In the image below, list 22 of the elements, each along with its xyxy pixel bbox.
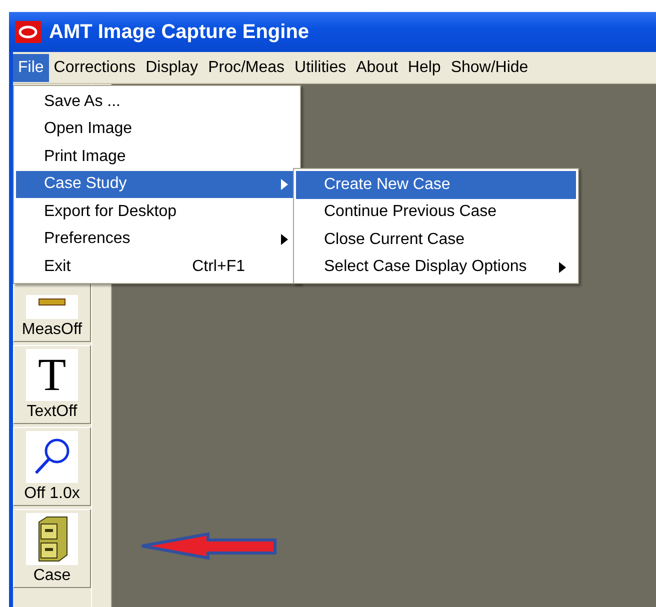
menu-item[interactable]: Print Image <box>16 143 298 170</box>
menu-item[interactable]: Select Case Display Options <box>296 254 576 281</box>
tool-button[interactable]: Off 1.0x <box>13 427 91 506</box>
menu-item[interactable]: Close Current Case <box>296 226 576 254</box>
menu-item[interactable]: Continue Previous Case <box>296 198 576 226</box>
menu[interactable]: Help <box>402 54 446 82</box>
app-logo-icon <box>15 21 41 43</box>
menu-item[interactable]: Open Image <box>16 116 298 143</box>
tool-button[interactable]: T TextOff <box>13 345 91 424</box>
menu[interactable]: About <box>351 54 403 82</box>
menu[interactable]: Show/Hide <box>446 54 534 82</box>
menu[interactable]: Proc/Meas <box>203 54 290 82</box>
menu[interactable]: File <box>13 54 49 82</box>
menu-item[interactable]: Save As ... <box>16 88 298 116</box>
menu-item[interactable]: Create New Case <box>296 171 576 198</box>
menu[interactable]: Corrections <box>48 54 141 82</box>
menu[interactable]: Utilities <box>290 54 352 82</box>
text-icon: T <box>38 352 66 398</box>
menu[interactable]: Display <box>140 54 204 82</box>
ruler-icon <box>26 295 78 319</box>
tool-button[interactable]: Case <box>13 509 91 588</box>
window-title: AMT Image Capture Engine <box>49 20 310 44</box>
